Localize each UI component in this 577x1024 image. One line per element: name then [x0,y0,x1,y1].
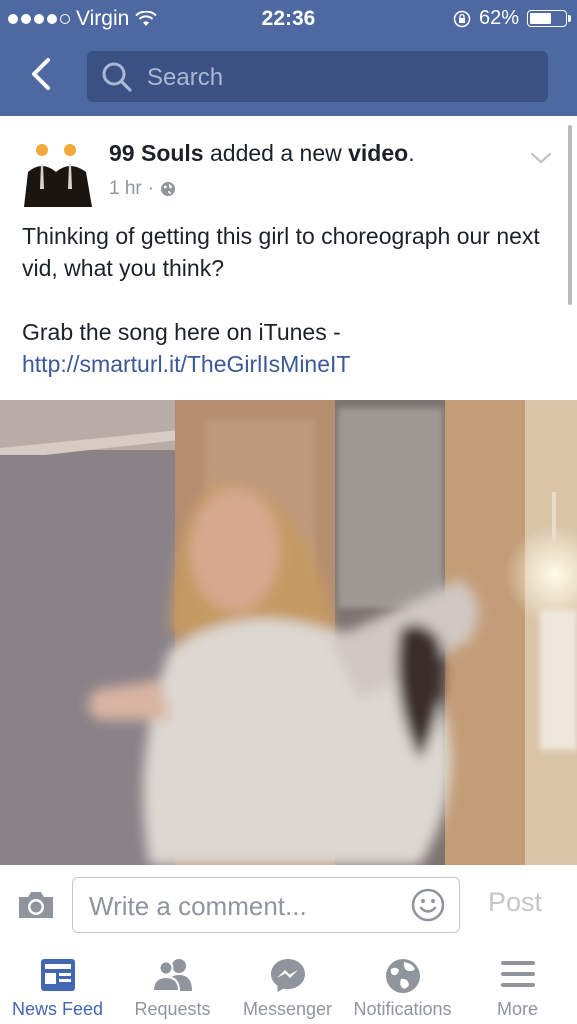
page-name[interactable]: 99 Souls [109,140,204,166]
friend-requests-icon [151,959,192,992]
tab-messenger[interactable]: Messenger [230,945,345,1024]
navigation-bar [0,38,577,116]
post-comment-button[interactable]: Post [488,887,542,918]
post-message: Thinking of getting this girl to choreog… [22,223,540,281]
messenger-icon [270,959,305,992]
comment-bar: Post [0,865,577,946]
post-meta: 1 hr · [109,178,176,200]
post-action: added a new [210,140,342,166]
post-time[interactable]: 1 hr [109,178,142,200]
video-player[interactable] [0,400,577,865]
tab-more[interactable]: More [460,945,575,1024]
post-object[interactable]: video [348,140,408,166]
battery-icon [527,10,571,27]
battery-info: 62% [453,7,571,30]
sticker-emoji-icon[interactable] [411,888,445,922]
tab-news-feed[interactable]: News Feed [0,945,115,1024]
camera-icon[interactable] [16,889,56,921]
video-frame [0,400,577,865]
search-icon [102,62,132,92]
scroll-indicator [568,125,572,305]
post-text: Thinking of getting this girl to choreog… [22,220,542,380]
comment-input[interactable] [87,878,401,934]
globe-privacy-icon [161,182,176,196]
tab-notifications[interactable]: Notifications [345,945,460,1024]
tab-label: Messenger [242,999,333,1019]
tab-label: Notifications [353,999,452,1019]
status-bar: Virgin 22:36 62% [0,0,577,38]
tab-requests[interactable]: Requests [115,945,230,1024]
avatar-image [22,134,95,207]
headline-punct: . [408,140,415,166]
search-bar[interactable] [87,51,548,104]
tab-label: Requests [134,999,211,1019]
page-avatar[interactable] [22,134,95,207]
post-card: 99 Souls added a new video. 1 hr · Think… [0,116,577,396]
globe-icon [385,959,420,993]
news-feed-icon [40,959,75,991]
menu-icon [500,961,535,987]
itunes-link[interactable]: http://smarturl.it/TheGirlIsMineIT [22,351,350,377]
battery-percent: 62% [478,7,519,29]
tab-label: News Feed [11,999,104,1019]
orientation-lock-icon [453,10,471,27]
link-intro: Grab the song here on iTunes - [22,319,341,345]
chevron-down-icon[interactable] [529,150,553,166]
back-arrow-icon[interactable] [22,52,62,96]
comment-box[interactable] [72,877,460,934]
meta-separator: · [147,178,155,199]
search-input[interactable] [145,51,529,104]
post-link-line: Grab the song here on iTunes - http://sm… [22,316,542,380]
post-headline: 99 Souls added a new video. [109,140,415,167]
tab-label: More [496,999,538,1019]
tab-bar: News Feed Requests Messenger Notificatio… [0,945,577,1024]
